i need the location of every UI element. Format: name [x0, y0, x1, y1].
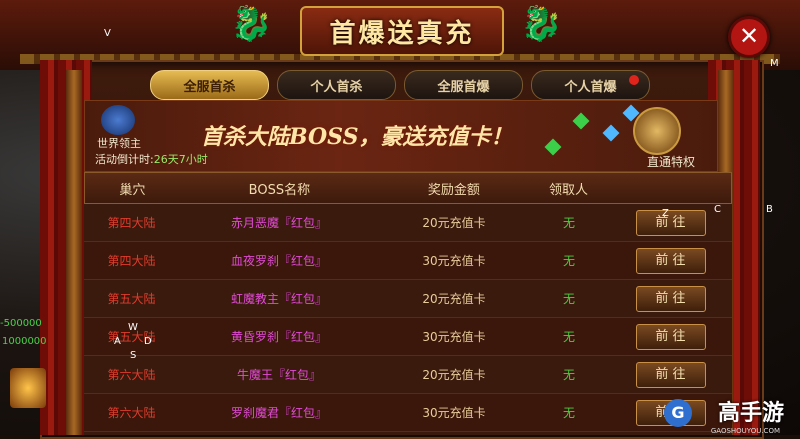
hotkey-z-label: Z	[662, 208, 669, 219]
go-button[interactable]: 前 往	[635, 209, 706, 236]
boss-cell: 虹魔教主『红包』	[230, 292, 327, 306]
watermark-logo-icon: G	[664, 399, 692, 427]
action-cell: 前 往	[609, 323, 732, 350]
claimant-cell: 无	[562, 216, 575, 230]
boss-cell: 赤月恶魔『红包』	[230, 216, 327, 230]
table-row: 第四大陆 赤月恶魔『红包』 20元充值卡 无 前 往	[84, 204, 732, 242]
lantern-icon	[10, 368, 46, 408]
hotkey-d-label: D	[144, 336, 152, 347]
lair-cell: 第四大陆	[107, 216, 156, 230]
lair-cell: 第六大陆	[107, 406, 156, 420]
tab-server-first-drop[interactable]: 全服首爆	[404, 70, 523, 100]
side-green-value: -500000	[0, 318, 42, 329]
boss-table: 巢穴 BOSS名称 奖励金额 领取人 第四大陆 赤月恶魔『红包』 20元充值卡 …	[84, 172, 732, 435]
tab-personal-first-drop[interactable]: 个人首爆	[531, 70, 650, 100]
boss-cell: 血夜罗刹『红包』	[230, 254, 327, 268]
dragon-left-icon: 🐉	[230, 4, 273, 44]
header-boss-name: BOSS名称	[248, 182, 311, 198]
hotkey-m-label: M	[770, 58, 779, 69]
reward-cell: 20元充值卡	[422, 292, 486, 306]
claimant-cell: 无	[562, 330, 575, 344]
hotkey-w-label: W	[128, 322, 138, 333]
action-cell: 前 往	[609, 285, 732, 312]
gem-icon	[544, 138, 562, 156]
reward-cell: 20元充值卡	[422, 368, 486, 382]
table-row: 第五大陆 黄昏罗刹『红包』 30元充值卡 无 前 往	[84, 318, 732, 356]
boss-cell: 牛魔王『红包』	[236, 368, 321, 382]
vip-privilege-icon[interactable]	[633, 107, 681, 155]
tab-server-first-kill[interactable]: 全服首杀	[150, 70, 269, 100]
world-lord-label: 世界领主	[97, 137, 141, 150]
header-claimant: 领取人	[548, 182, 588, 198]
go-button[interactable]: 前 往	[635, 323, 706, 350]
action-cell: 前 往	[609, 247, 732, 274]
reward-cell: 30元充值卡	[422, 406, 486, 420]
boss-cell: 罗刹魔君『红包』	[230, 406, 327, 420]
hotkey-a-label: A	[114, 336, 121, 347]
claimant-cell: 无	[562, 406, 575, 420]
claimant-cell: 无	[562, 368, 575, 382]
tab-personal-first-drop-label: 个人首爆	[564, 79, 617, 95]
hotkey-b-label: B	[766, 204, 773, 215]
tab-personal-first-kill[interactable]: 个人首杀	[277, 70, 396, 100]
table-row: 第六大陆 罗刹魔君『红包』 30元充值卡 无 前 往	[84, 394, 732, 432]
hotkey-c-label: C	[714, 204, 721, 215]
table-row: 第六大陆 牛魔王『红包』 20元充值卡 无 前 往	[84, 356, 732, 394]
header-lair: 巢穴	[119, 182, 146, 198]
hotkey-s-label: S	[130, 350, 137, 361]
reward-cell: 30元充值卡	[422, 330, 486, 344]
table-row: 第四大陆 血夜罗刹『红包』 30元充值卡 无 前 往	[84, 242, 732, 280]
countdown-value: 26天7小时	[153, 153, 208, 166]
table-row: 第五大陆 虹魔教主『红包』 20元充值卡 无 前 往	[84, 280, 732, 318]
tab-bar: 全服首杀 个人首杀 全服首爆 个人首爆	[150, 70, 650, 100]
notification-dot-icon	[629, 75, 639, 85]
window-title: 首爆送真充	[300, 6, 504, 56]
reward-cell: 30元充值卡	[422, 254, 486, 268]
gem-icon	[572, 112, 590, 130]
lair-cell: 第四大陆	[107, 254, 156, 268]
claimant-cell: 无	[562, 292, 575, 306]
go-button[interactable]: 前 往	[635, 361, 706, 388]
lair-cell: 第六大陆	[107, 368, 156, 382]
watermark-name: 高手游	[717, 401, 784, 426]
dragon-right-icon: 🐉	[520, 4, 563, 44]
boss-cell: 黄昏罗刹『红包』	[230, 330, 327, 344]
hotkey-v-label: V	[104, 28, 111, 39]
event-banner: 世界领主 活动倒计时:26天7小时 首杀大陆BOSS，豪送充值卡！ 直通特权	[84, 100, 718, 172]
world-lord-icon	[101, 105, 135, 135]
action-cell: 前 往	[609, 361, 732, 388]
header-reward: 奖励金额	[427, 182, 480, 198]
table-header: 巢穴 BOSS名称 奖励金额 领取人	[84, 172, 732, 204]
pillar-left	[66, 70, 82, 435]
reward-cell: 20元充值卡	[422, 216, 486, 230]
countdown: 活动倒计时:26天7小时	[95, 151, 208, 167]
lair-cell: 第五大陆	[107, 292, 156, 306]
go-button[interactable]: 前 往	[635, 247, 706, 274]
watermark-url: GAOSHOUYOU.COM	[710, 427, 780, 435]
diamond-icon	[602, 124, 620, 142]
side-green-value: 1000000	[2, 336, 47, 347]
countdown-label: 活动倒计时:	[95, 153, 154, 166]
banner-headline: 首杀大陆BOSS，豪送充值卡！	[201, 124, 513, 150]
vip-privilege-label[interactable]: 直通特权	[647, 153, 695, 170]
close-button[interactable]: ✕	[728, 16, 770, 58]
go-button[interactable]: 前 往	[635, 285, 706, 312]
claimant-cell: 无	[562, 254, 575, 268]
